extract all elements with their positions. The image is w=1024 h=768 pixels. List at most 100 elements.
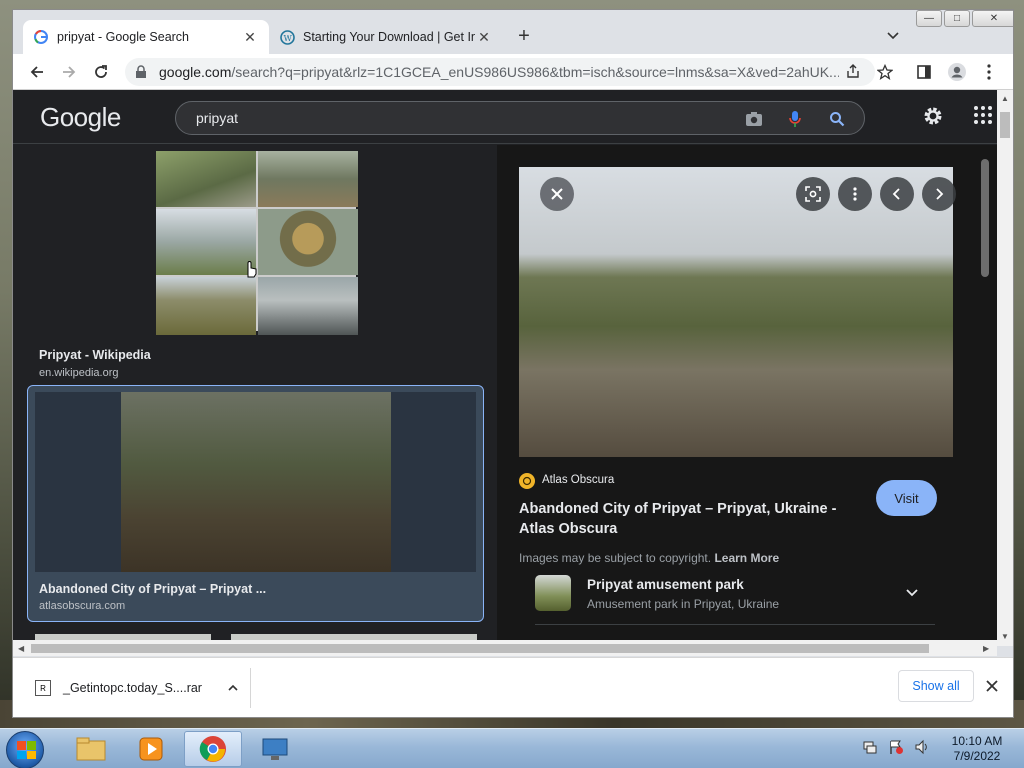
horizontal-scroll-thumb[interactable] <box>31 644 929 653</box>
viewer-scroll-thumb[interactable] <box>981 159 989 277</box>
visit-button[interactable]: Visit <box>876 480 937 516</box>
search-icon[interactable] <box>827 109 847 129</box>
system-tray <box>862 739 930 755</box>
related-item[interactable]: Pripyat amusement park Amusement park in… <box>535 575 935 625</box>
google-favicon-icon <box>33 29 49 45</box>
back-button[interactable] <box>25 60 49 84</box>
browser-window: pripyat - Google Search ✕ W Starting You… <box>12 9 1014 718</box>
url-text: google.com/search?q=pripyat&rlz=1C1GCEA_… <box>159 64 839 80</box>
google-header: Google pripyat <box>13 90 997 144</box>
tab-google-search[interactable]: pripyat - Google Search ✕ <box>23 20 269 54</box>
google-apps-grid-icon[interactable] <box>973 105 995 127</box>
download-bar: R _Getintopc.today_S....rar Show all <box>13 657 1013 717</box>
remote-desktop-taskbar-icon[interactable] <box>246 731 304 767</box>
wordpress-favicon-icon: W <box>279 29 295 45</box>
viewer-scrollbar[interactable] <box>975 145 997 646</box>
selected-result-source: atlasobscura.com <box>39 600 126 612</box>
viewer-preview-image[interactable] <box>519 167 953 457</box>
profile-avatar-icon[interactable] <box>945 60 969 84</box>
atlas-obscura-logo-icon <box>519 473 535 489</box>
tab-strip: pripyat - Google Search ✕ W Starting You… <box>13 10 1013 54</box>
settings-gear-icon[interactable] <box>921 104 947 130</box>
download-item[interactable]: R _Getintopc.today_S....rar <box>23 668 251 708</box>
camera-search-icon[interactable] <box>744 109 764 129</box>
page-vertical-scrollbar[interactable]: ▲ ▼ <box>997 90 1013 646</box>
scroll-up-icon[interactable]: ▲ <box>1001 94 1009 103</box>
clock-time: 10:10 AM <box>951 734 1003 748</box>
download-options-chevron-icon[interactable] <box>224 679 242 697</box>
viewer-source-name[interactable]: Atlas Obscura <box>542 474 614 486</box>
close-window-button[interactable]: ✕ <box>972 10 1013 27</box>
related-subtitle: Amusement park in Pripyat, Ukraine <box>587 597 780 611</box>
url-host: google.com <box>159 64 232 80</box>
rar-file-icon: R <box>35 680 51 696</box>
chrome-taskbar-icon[interactable] <box>184 731 242 767</box>
browser-menu-icon[interactable] <box>977 60 1001 84</box>
page-horizontal-scrollbar[interactable]: ◀ ▶ <box>13 640 997 656</box>
download-file-name: _Getintopc.today_S....rar <box>63 681 202 695</box>
clock-date: 7/9/2022 <box>953 749 1001 763</box>
scroll-down-icon[interactable]: ▼ <box>1001 632 1009 641</box>
reload-button[interactable] <box>89 60 113 84</box>
show-all-button[interactable]: Show all <box>898 670 974 702</box>
search-query[interactable]: pripyat <box>196 110 238 126</box>
side-panel-icon[interactable] <box>912 60 936 84</box>
page-scroll-thumb[interactable] <box>1000 112 1010 138</box>
microphone-icon[interactable] <box>785 109 805 129</box>
expand-chevron-icon[interactable] <box>905 585 921 601</box>
tab-title: Starting Your Download | Get Into <box>303 30 475 44</box>
result-image-pripyat[interactable] <box>121 392 391 572</box>
tab-search-chevron-icon[interactable] <box>886 28 902 44</box>
url-path: /search?q=pripyat&rlz=1C1GCEA_enUS986US9… <box>231 64 839 80</box>
windows-logo-icon <box>17 741 36 759</box>
previous-image-icon[interactable] <box>880 177 914 211</box>
network-icon[interactable] <box>862 739 878 755</box>
search-box[interactable]: pripyat <box>175 101 865 135</box>
more-options-icon[interactable] <box>838 177 872 211</box>
related-title: Pripyat amusement park <box>587 577 744 592</box>
copyright-text: Images may be subject to copyright. <box>519 551 712 565</box>
file-explorer-taskbar-icon[interactable] <box>62 731 120 767</box>
volume-icon[interactable] <box>914 739 930 755</box>
close-viewer-icon[interactable] <box>540 177 574 211</box>
selected-result-title[interactable]: Abandoned City of Pripyat – Pripyat ... <box>39 582 266 596</box>
google-logo[interactable]: Google <box>40 102 121 133</box>
new-tab-button[interactable]: + <box>513 25 535 47</box>
scroll-right-icon[interactable]: ▶ <box>983 644 989 653</box>
hand-cursor-icon <box>243 259 259 284</box>
wiki-result-title[interactable]: Pripyat - Wikipedia <box>39 348 151 362</box>
tab-close-icon[interactable]: ✕ <box>475 28 493 46</box>
tab-close-icon[interactable]: ✕ <box>241 28 259 46</box>
share-icon[interactable] <box>845 63 861 84</box>
close-download-bar-icon[interactable] <box>983 677 1001 695</box>
related-thumbnail <box>535 575 571 611</box>
taskbar-clock[interactable]: 10:10 AM 7/9/2022 <box>940 734 1014 764</box>
learn-more-link[interactable]: Learn More <box>714 551 779 565</box>
next-image-icon[interactable] <box>922 177 956 211</box>
window-controls: — □ ✕ <box>916 10 1013 27</box>
lens-search-icon[interactable] <box>796 177 830 211</box>
image-results-pane: Pripyat - Wikipedia en.wikipedia.org Aba… <box>13 145 497 646</box>
scroll-left-icon[interactable]: ◀ <box>18 644 24 653</box>
copyright-notice: Images may be subject to copyright. Lear… <box>519 551 779 565</box>
media-player-taskbar-icon[interactable] <box>122 731 180 767</box>
selected-image-result[interactable]: Abandoned City of Pripyat – Pripyat ... … <box>27 385 484 622</box>
browser-toolbar: google.com/search?q=pripyat&rlz=1C1GCEA_… <box>13 54 1013 90</box>
viewer-title[interactable]: Abandoned City of Pripyat – Pripyat, Ukr… <box>519 499 849 539</box>
bookmark-star-icon[interactable] <box>873 60 897 84</box>
start-button[interactable] <box>6 731 44 768</box>
svg-text:W: W <box>283 33 292 42</box>
maximize-button[interactable]: □ <box>944 10 970 27</box>
image-viewer-panel: Atlas Obscura Abandoned City of Pripyat … <box>497 145 975 646</box>
tab-download[interactable]: W Starting Your Download | Get Into ✕ <box>269 20 503 54</box>
tab-title: pripyat - Google Search <box>57 30 190 44</box>
wikipedia-image-collage[interactable] <box>156 151 358 335</box>
windows-taskbar: 10:10 AM 7/9/2022 <box>0 728 1024 768</box>
minimize-button[interactable]: — <box>916 10 942 27</box>
forward-button[interactable] <box>57 60 81 84</box>
address-bar[interactable]: google.com/search?q=pripyat&rlz=1C1GCEA_… <box>125 58 875 86</box>
wiki-result-source: en.wikipedia.org <box>39 367 119 379</box>
page-content: Google pripyat Pripyat - Wikipedia en.wi… <box>13 90 997 646</box>
lock-icon <box>135 65 149 79</box>
action-center-flag-icon[interactable] <box>888 739 904 755</box>
